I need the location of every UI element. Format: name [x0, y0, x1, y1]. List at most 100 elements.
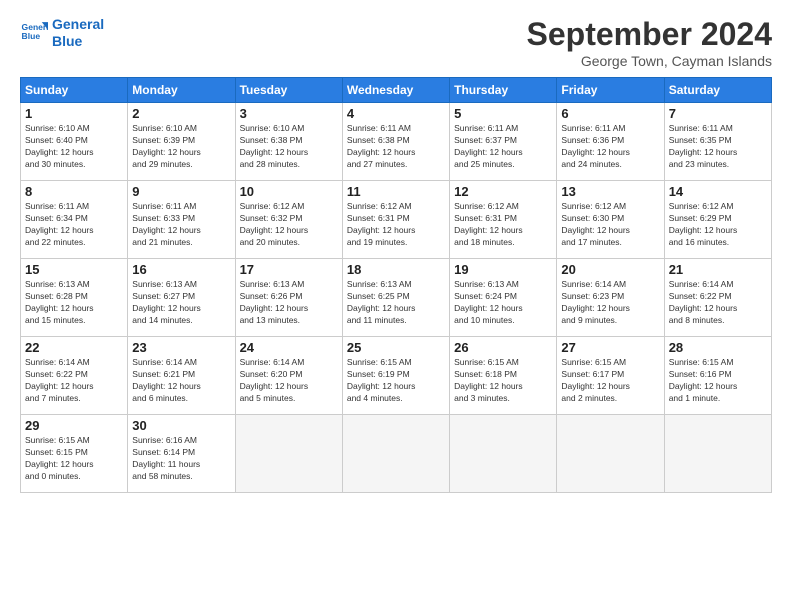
logo-text: General Blue	[52, 16, 104, 50]
day-header-saturday: Saturday	[664, 78, 771, 103]
calendar-cell: 30 Sunrise: 6:16 AMSunset: 6:14 PMDayligh…	[128, 415, 235, 493]
day-number: 30	[132, 418, 230, 433]
day-number: 7	[669, 106, 767, 121]
logo: General Blue General Blue	[20, 16, 104, 50]
cell-info: Sunrise: 6:12 AMSunset: 6:31 PMDaylight:…	[347, 201, 445, 249]
day-header-monday: Monday	[128, 78, 235, 103]
calendar-cell	[664, 415, 771, 493]
cell-info: Sunrise: 6:15 AMSunset: 6:15 PMDaylight:…	[25, 435, 123, 483]
calendar-cell: 5 Sunrise: 6:11 AMSunset: 6:37 PMDaylight…	[450, 103, 557, 181]
day-number: 23	[132, 340, 230, 355]
calendar-cell: 4 Sunrise: 6:11 AMSunset: 6:38 PMDaylight…	[342, 103, 449, 181]
day-header-thursday: Thursday	[450, 78, 557, 103]
cell-info: Sunrise: 6:10 AMSunset: 6:40 PMDaylight:…	[25, 123, 123, 171]
day-number: 3	[240, 106, 338, 121]
cell-info: Sunrise: 6:13 AMSunset: 6:26 PMDaylight:…	[240, 279, 338, 327]
svg-text:Blue: Blue	[22, 31, 41, 41]
cell-info: Sunrise: 6:11 AMSunset: 6:37 PMDaylight:…	[454, 123, 552, 171]
calendar-cell: 15Sunrise: 6:13 AMSunset: 6:28 PMDayligh…	[21, 259, 128, 337]
calendar-week-1: 1Sunrise: 6:10 AMSunset: 6:40 PMDaylight…	[21, 103, 772, 181]
day-number: 9	[132, 184, 230, 199]
day-number: 20	[561, 262, 659, 277]
cell-info: Sunrise: 6:12 AMSunset: 6:29 PMDaylight:…	[669, 201, 767, 249]
cell-info: Sunrise: 6:14 AMSunset: 6:22 PMDaylight:…	[25, 357, 123, 405]
calendar-cell: 14 Sunrise: 6:12 AMSunset: 6:29 PMDayligh…	[664, 181, 771, 259]
cell-info: Sunrise: 6:13 AMSunset: 6:27 PMDaylight:…	[132, 279, 230, 327]
day-number: 22	[25, 340, 123, 355]
calendar-cell	[235, 415, 342, 493]
calendar-cell	[450, 415, 557, 493]
logo-general: General	[52, 16, 104, 32]
calendar-cell: 29 Sunrise: 6:15 AMSunset: 6:15 PMDayligh…	[21, 415, 128, 493]
calendar-week-3: 15Sunrise: 6:13 AMSunset: 6:28 PMDayligh…	[21, 259, 772, 337]
cell-info: Sunrise: 6:14 AMSunset: 6:22 PMDaylight:…	[669, 279, 767, 327]
calendar-cell	[342, 415, 449, 493]
calendar-cell: 10Sunrise: 6:12 AMSunset: 6:32 PMDayligh…	[235, 181, 342, 259]
calendar-week-5: 29 Sunrise: 6:15 AMSunset: 6:15 PMDayligh…	[21, 415, 772, 493]
cell-info: Sunrise: 6:10 AMSunset: 6:39 PMDaylight:…	[132, 123, 230, 171]
day-number: 6	[561, 106, 659, 121]
cell-info: Sunrise: 6:11 AMSunset: 6:38 PMDaylight:…	[347, 123, 445, 171]
cell-info: Sunrise: 6:14 AMSunset: 6:20 PMDaylight:…	[240, 357, 338, 405]
day-header-tuesday: Tuesday	[235, 78, 342, 103]
calendar-cell: 20 Sunrise: 6:14 AMSunset: 6:23 PMDayligh…	[557, 259, 664, 337]
day-number: 28	[669, 340, 767, 355]
calendar-cell: 8Sunrise: 6:11 AMSunset: 6:34 PMDaylight…	[21, 181, 128, 259]
cell-info: Sunrise: 6:16 AMSunset: 6:14 PMDaylight:…	[132, 435, 230, 483]
cell-info: Sunrise: 6:12 AMSunset: 6:31 PMDaylight:…	[454, 201, 552, 249]
calendar-cell: 26 Sunrise: 6:15 AMSunset: 6:18 PMDayligh…	[450, 337, 557, 415]
day-number: 27	[561, 340, 659, 355]
day-number: 29	[25, 418, 123, 433]
calendar-cell: 25Sunrise: 6:15 AMSunset: 6:19 PMDayligh…	[342, 337, 449, 415]
cell-info: Sunrise: 6:11 AMSunset: 6:34 PMDaylight:…	[25, 201, 123, 249]
calendar-cell: 3 Sunrise: 6:10 AMSunset: 6:38 PMDaylight…	[235, 103, 342, 181]
day-number: 12	[454, 184, 552, 199]
cell-info: Sunrise: 6:11 AMSunset: 6:35 PMDaylight:…	[669, 123, 767, 171]
day-number: 18	[347, 262, 445, 277]
calendar-week-4: 22 Sunrise: 6:14 AMSunset: 6:22 PMDayligh…	[21, 337, 772, 415]
calendar-cell: 19 Sunrise: 6:13 AMSunset: 6:24 PMDayligh…	[450, 259, 557, 337]
day-header-sunday: Sunday	[21, 78, 128, 103]
day-number: 10	[240, 184, 338, 199]
day-number: 26	[454, 340, 552, 355]
day-number: 4	[347, 106, 445, 121]
logo-blue: Blue	[52, 33, 82, 49]
page-header: General Blue General Blue September 2024…	[20, 16, 772, 69]
cell-info: Sunrise: 6:13 AMSunset: 6:24 PMDaylight:…	[454, 279, 552, 327]
calendar-cell: 2Sunrise: 6:10 AMSunset: 6:39 PMDaylight…	[128, 103, 235, 181]
cell-info: Sunrise: 6:10 AMSunset: 6:38 PMDaylight:…	[240, 123, 338, 171]
location: George Town, Cayman Islands	[527, 53, 772, 69]
cell-info: Sunrise: 6:11 AMSunset: 6:33 PMDaylight:…	[132, 201, 230, 249]
cell-info: Sunrise: 6:14 AMSunset: 6:23 PMDaylight:…	[561, 279, 659, 327]
day-number: 5	[454, 106, 552, 121]
calendar-cell: 17Sunrise: 6:13 AMSunset: 6:26 PMDayligh…	[235, 259, 342, 337]
calendar-cell: 9 Sunrise: 6:11 AMSunset: 6:33 PMDaylight…	[128, 181, 235, 259]
title-block: September 2024 George Town, Cayman Islan…	[527, 16, 772, 69]
calendar-cell: 11 Sunrise: 6:12 AMSunset: 6:31 PMDayligh…	[342, 181, 449, 259]
calendar-cell: 27 Sunrise: 6:15 AMSunset: 6:17 PMDayligh…	[557, 337, 664, 415]
calendar: SundayMondayTuesdayWednesdayThursdayFrid…	[20, 77, 772, 493]
day-header-friday: Friday	[557, 78, 664, 103]
day-number: 14	[669, 184, 767, 199]
cell-info: Sunrise: 6:15 AMSunset: 6:17 PMDaylight:…	[561, 357, 659, 405]
calendar-cell: 21Sunrise: 6:14 AMSunset: 6:22 PMDayligh…	[664, 259, 771, 337]
day-number: 19	[454, 262, 552, 277]
day-header-wednesday: Wednesday	[342, 78, 449, 103]
calendar-cell: 24 Sunrise: 6:14 AMSunset: 6:20 PMDayligh…	[235, 337, 342, 415]
month-title: September 2024	[527, 16, 772, 53]
cell-info: Sunrise: 6:15 AMSunset: 6:18 PMDaylight:…	[454, 357, 552, 405]
cell-info: Sunrise: 6:12 AMSunset: 6:30 PMDaylight:…	[561, 201, 659, 249]
calendar-cell: 16Sunrise: 6:13 AMSunset: 6:27 PMDayligh…	[128, 259, 235, 337]
calendar-cell: 12 Sunrise: 6:12 AMSunset: 6:31 PMDayligh…	[450, 181, 557, 259]
day-number: 13	[561, 184, 659, 199]
cell-info: Sunrise: 6:15 AMSunset: 6:19 PMDaylight:…	[347, 357, 445, 405]
calendar-cell: 18Sunrise: 6:13 AMSunset: 6:25 PMDayligh…	[342, 259, 449, 337]
calendar-cell: 23Sunrise: 6:14 AMSunset: 6:21 PMDayligh…	[128, 337, 235, 415]
cell-info: Sunrise: 6:13 AMSunset: 6:28 PMDaylight:…	[25, 279, 123, 327]
logo-icon: General Blue	[20, 19, 48, 47]
day-number: 24	[240, 340, 338, 355]
calendar-cell: 28Sunrise: 6:15 AMSunset: 6:16 PMDayligh…	[664, 337, 771, 415]
calendar-cell: 6Sunrise: 6:11 AMSunset: 6:36 PMDaylight…	[557, 103, 664, 181]
day-number: 11	[347, 184, 445, 199]
calendar-cell	[557, 415, 664, 493]
